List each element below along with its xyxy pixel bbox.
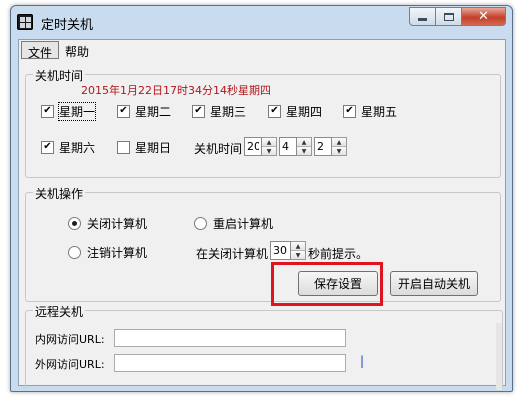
highlight-box bbox=[271, 262, 383, 306]
radio-label: 重启计算机 bbox=[213, 216, 274, 231]
prompt-seconds-spin-buttons[interactable]: ▲ ▼ bbox=[291, 241, 306, 260]
checkbox-label: 星期六 bbox=[59, 140, 96, 155]
shutdown-time-group-label: 关机时间 bbox=[33, 67, 86, 84]
checkbox-box bbox=[117, 140, 130, 154]
second-spin-buttons[interactable]: ▲ ▼ bbox=[332, 137, 347, 156]
remote-scrollbar[interactable] bbox=[496, 323, 502, 390]
spin-down-icon[interactable]: ▼ bbox=[291, 251, 305, 259]
checkbox-sunday[interactable]: 星期日 bbox=[117, 139, 171, 155]
spin-up-icon[interactable]: ▲ bbox=[297, 138, 311, 147]
radio-label: 关闭计算机 bbox=[87, 216, 148, 231]
checkbox-label: 星期四 bbox=[286, 104, 323, 119]
maximize-icon bbox=[443, 12, 454, 21]
menu-bar: 文件 帮助 bbox=[19, 40, 505, 60]
remote-shutdown-group-label: 远程关机 bbox=[33, 303, 86, 320]
client-area: 文件 帮助 关机时间 2015年1月22日17时34分14秒星期四 ✔ 星期一 … bbox=[18, 39, 506, 390]
radio-shutdown[interactable]: 关闭计算机 bbox=[68, 215, 147, 231]
minute-spin-buttons[interactable]: ▲ ▼ bbox=[297, 137, 312, 156]
shutdown-time-label: 关机时间 bbox=[194, 142, 243, 156]
intranet-url-label: 内网访问URL: bbox=[35, 333, 105, 346]
app-window: 定时关机 ✕ 文件 帮助 关机时间 2015年1月22日17时34分14秒星期四… bbox=[10, 5, 513, 392]
minute-input[interactable] bbox=[279, 137, 297, 156]
shutdown-action-group: 关机操作 关闭计算机 重启计算机 注销计算机 在关闭计算机 ▲ ▼ bbox=[25, 185, 501, 302]
internet-url-input[interactable] bbox=[114, 354, 346, 372]
shutdown-time-group: 关机时间 2015年1月22日17时34分14秒星期四 ✔ 星期一 ✔ 星期二 … bbox=[25, 67, 501, 178]
caption-buttons: ✕ bbox=[409, 7, 506, 27]
checkbox-box: ✔ bbox=[343, 104, 356, 118]
prompt-suffix: 秒前提示。 bbox=[308, 247, 369, 261]
radio-restart[interactable]: 重启计算机 bbox=[194, 215, 273, 231]
checkbox-box: ✔ bbox=[41, 140, 54, 154]
checkbox-box: ✔ bbox=[117, 104, 130, 118]
spin-down-icon[interactable]: ▼ bbox=[297, 147, 311, 155]
prompt-prefix: 在关闭计算机 bbox=[196, 247, 269, 261]
checkbox-label: 星期一 bbox=[57, 101, 97, 121]
hour-spin-buttons[interactable]: ▲ ▼ bbox=[262, 137, 277, 156]
shutdown-action-group-label: 关机操作 bbox=[33, 185, 86, 202]
checkbox-label: 星期三 bbox=[210, 104, 247, 119]
prompt-seconds-spinner[interactable]: ▲ ▼ bbox=[270, 241, 306, 260]
spin-down-icon[interactable]: ▼ bbox=[332, 147, 346, 155]
intranet-url-input[interactable] bbox=[114, 329, 346, 347]
radio-label: 注销计算机 bbox=[87, 245, 148, 260]
checkbox-monday[interactable]: ✔ 星期一 bbox=[41, 101, 97, 121]
close-button[interactable]: ✕ bbox=[462, 7, 506, 26]
minimize-icon bbox=[418, 18, 427, 21]
checkbox-saturday[interactable]: ✔ 星期六 bbox=[41, 139, 95, 155]
checkbox-label: 星期五 bbox=[361, 104, 398, 119]
checkbox-box: ✔ bbox=[192, 104, 205, 118]
close-icon: ✕ bbox=[478, 9, 489, 24]
menu-help[interactable]: 帮助 bbox=[59, 41, 95, 59]
title-bar[interactable]: 定时关机 ✕ bbox=[11, 6, 512, 38]
window-title: 定时关机 bbox=[41, 18, 94, 33]
enable-auto-shutdown-button[interactable]: 开启自动关机 bbox=[390, 271, 478, 296]
radio-dot bbox=[194, 216, 207, 230]
internet-url-label: 外网访问URL: bbox=[35, 358, 105, 371]
prompt-seconds-input[interactable] bbox=[270, 241, 291, 260]
radio-logoff[interactable]: 注销计算机 bbox=[68, 244, 147, 260]
checkbox-wednesday[interactable]: ✔ 星期三 bbox=[192, 103, 246, 119]
cursor-caret-icon: | bbox=[360, 354, 365, 368]
radio-dot bbox=[68, 216, 81, 230]
spin-down-icon[interactable]: ▼ bbox=[262, 147, 276, 155]
checkbox-thursday[interactable]: ✔ 星期四 bbox=[268, 103, 322, 119]
checkbox-label: 星期日 bbox=[135, 140, 172, 155]
menu-file[interactable]: 文件 bbox=[21, 41, 60, 60]
minute-spinner[interactable]: ▲ ▼ bbox=[279, 137, 312, 156]
remote-shutdown-group: 远程关机 内网访问URL: 外网访问URL: | bbox=[25, 303, 503, 390]
hour-input[interactable] bbox=[244, 137, 262, 156]
checkbox-box: ✔ bbox=[41, 104, 54, 118]
second-spinner[interactable]: ▲ ▼ bbox=[314, 137, 347, 156]
checkbox-label: 星期二 bbox=[135, 104, 172, 119]
spin-up-icon[interactable]: ▲ bbox=[332, 138, 346, 147]
checkbox-box: ✔ bbox=[268, 104, 281, 118]
maximize-button[interactable] bbox=[436, 7, 462, 26]
second-input[interactable] bbox=[314, 137, 332, 156]
spin-up-icon[interactable]: ▲ bbox=[291, 242, 305, 251]
minimize-button[interactable] bbox=[409, 7, 436, 26]
current-datetime: 2015年1月22日17时34分14秒星期四 bbox=[81, 84, 271, 97]
hour-spinner[interactable]: ▲ ▼ bbox=[244, 137, 277, 156]
checkbox-friday[interactable]: ✔ 星期五 bbox=[343, 103, 397, 119]
spin-up-icon[interactable]: ▲ bbox=[262, 138, 276, 147]
checkbox-tuesday[interactable]: ✔ 星期二 bbox=[117, 103, 171, 119]
app-icon bbox=[17, 14, 33, 30]
radio-dot bbox=[68, 245, 81, 259]
